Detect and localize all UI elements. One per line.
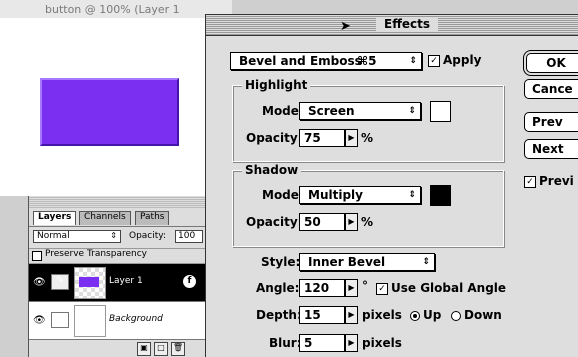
shadow-color-swatch[interactable] <box>430 185 451 206</box>
shadow-mode-value: Multiply <box>308 188 363 202</box>
highlight-mode-value: Screen <box>308 104 355 118</box>
highlight-opacity-unit: % <box>361 131 374 145</box>
mask-icon[interactable]: ▣ <box>137 342 151 356</box>
direction-up-row[interactable]: Up <box>410 308 441 322</box>
layer-opacity-label: Opacity: <box>129 231 166 241</box>
highlight-opacity-label: Opacity: <box>246 131 303 145</box>
tab-paths[interactable]: Paths <box>135 211 170 225</box>
shadow-opacity-input[interactable]: 50 <box>299 213 345 231</box>
prev-button[interactable]: Prev <box>524 112 578 132</box>
layer-thumbnail <box>74 267 106 299</box>
style-value: Inner Bevel <box>308 255 386 269</box>
blend-mode-select[interactable]: Normal ⇕ <box>33 230 121 243</box>
angle-input[interactable]: 120 <box>299 279 345 297</box>
depth-unit: pixels <box>362 308 402 322</box>
popup-arrows-icon: ⇕ <box>110 231 117 240</box>
apply-label: Apply <box>443 53 482 67</box>
popup-arrows-icon: ⇕ <box>409 56 417 66</box>
angle-arrow-icon[interactable]: ▶ <box>345 279 358 297</box>
preserve-transparency-label: Preserve Transparency <box>45 249 147 259</box>
shadow-group <box>232 170 504 247</box>
highlight-mode-popup[interactable]: Screen ⇕ <box>299 102 421 120</box>
highlight-group-title: Highlight <box>242 78 311 92</box>
global-angle-checkbox[interactable]: ✓ <box>376 282 388 295</box>
highlight-opacity-arrow-icon[interactable]: ▶ <box>345 129 358 147</box>
angle-label: Angle: <box>256 281 300 295</box>
layer-name: Layer 1 <box>109 276 143 286</box>
depth-input[interactable]: 15 <box>299 306 345 324</box>
shadow-opacity-unit: % <box>361 215 374 229</box>
highlight-color-swatch[interactable] <box>430 101 451 122</box>
next-button[interactable]: Next <box>524 139 578 159</box>
effect-type-value: Bevel and Emboss <box>239 54 362 68</box>
direction-down-radio[interactable] <box>451 310 461 321</box>
global-angle-row[interactable]: ✓ Use Global Angle <box>376 281 506 295</box>
layers-button-bar: ▣ □ 🗑 <box>29 340 206 357</box>
apply-checkbox-row[interactable]: ✓ Apply <box>428 53 481 67</box>
popup-arrows-icon: ⇕ <box>408 106 416 116</box>
direction-up-label: Up <box>423 308 442 322</box>
eye-icon[interactable]: 👁 <box>33 315 46 326</box>
layers-palette: Layers Channels Paths Normal ⇕ Opacity: 1… <box>28 196 206 357</box>
trash-icon[interactable]: 🗑 <box>171 342 185 356</box>
preview-label: Previ <box>539 174 574 188</box>
document-title: button @ 100% (Layer 1 <box>0 0 232 18</box>
layer-name: Background <box>109 314 163 324</box>
effect-type-popup[interactable]: Bevel and Emboss ⌘5 ⇕ <box>230 52 422 70</box>
new-layer-icon[interactable]: □ <box>154 342 168 356</box>
ok-button[interactable]: OK <box>526 53 578 73</box>
blur-arrow-icon[interactable]: ▶ <box>345 334 358 352</box>
direction-down-row[interactable]: Down <box>451 308 502 322</box>
global-angle-label: Use Global Angle <box>391 281 507 295</box>
paintbrush-icon[interactable]: ✎ <box>51 274 69 290</box>
shadow-mode-label: Mode: <box>262 188 304 202</box>
layer-row-background[interactable]: 👁 Background <box>29 302 206 340</box>
effects-dialog: Effects ➤ Bevel and Emboss ⌘5 ⇕ ✓ Apply H… <box>205 14 578 357</box>
mouse-pointer-icon: ➤ <box>340 19 351 34</box>
tab-layers[interactable]: Layers <box>33 211 77 225</box>
blur-unit: pixels <box>362 336 402 350</box>
popup-arrows-icon: ⇕ <box>422 257 430 267</box>
layer-thumbnail <box>74 305 106 337</box>
dialog-title-bar[interactable]: Effects <box>206 15 578 36</box>
highlight-opacity-input[interactable]: 75 <box>299 129 345 147</box>
effect-shortcut: ⌘5 <box>357 54 377 68</box>
layer-row-layer-1[interactable]: 👁 ✎ Layer 1 f <box>29 264 206 302</box>
blur-label: Blur: <box>269 336 302 350</box>
preview-checkbox[interactable]: ✓ <box>524 175 536 188</box>
cancel-button[interactable]: Cance <box>524 79 578 99</box>
dialog-title: Effects <box>376 17 439 31</box>
apply-checkbox[interactable]: ✓ <box>428 54 440 67</box>
shadow-group-title: Shadow <box>242 163 302 177</box>
direction-down-label: Down <box>464 308 502 322</box>
highlight-group <box>232 85 504 162</box>
angle-unit: ° <box>362 279 368 293</box>
shadow-opacity-label: Opacity: <box>246 215 303 229</box>
link-slot-icon[interactable] <box>51 312 69 328</box>
depth-label: Depth: <box>256 308 302 322</box>
shadow-opacity-arrow-icon[interactable]: ▶ <box>345 213 358 231</box>
shadow-mode-popup[interactable]: Multiply ⇕ <box>299 186 421 204</box>
blur-input[interactable]: 5 <box>299 334 345 352</box>
highlight-mode-label: Mode: <box>262 104 304 118</box>
style-popup[interactable]: Inner Bevel ⇕ <box>299 253 435 271</box>
depth-arrow-icon[interactable]: ▶ <box>345 306 358 324</box>
preserve-transparency-checkbox[interactable] <box>32 251 42 261</box>
popup-arrows-icon: ⇕ <box>408 190 416 200</box>
effects-icon[interactable]: f <box>183 275 196 288</box>
style-label: Style: <box>261 255 301 269</box>
direction-up-radio[interactable] <box>410 310 420 321</box>
palette-title-bar[interactable] <box>29 196 206 208</box>
blend-mode-value: Normal <box>37 231 70 241</box>
purple-button-artwork <box>40 78 179 146</box>
preserve-transparency-row[interactable]: Preserve Transparency <box>29 248 206 264</box>
preview-row[interactable]: ✓ Previ <box>524 174 574 188</box>
tab-channels[interactable]: Channels <box>79 211 131 225</box>
eye-icon[interactable]: 👁 <box>33 277 46 288</box>
layer-opacity-input[interactable]: 100 <box>175 230 203 243</box>
